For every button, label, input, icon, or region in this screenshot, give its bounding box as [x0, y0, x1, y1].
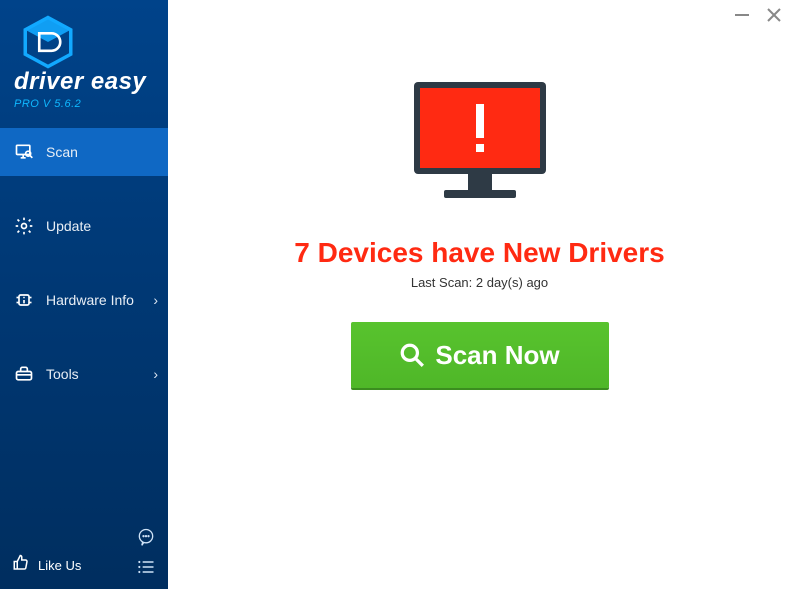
sidebar-item-label: Scan	[46, 144, 78, 160]
chevron-right-icon: ›	[153, 366, 158, 382]
brand-logo-icon	[20, 14, 76, 70]
chevron-right-icon: ›	[153, 292, 158, 308]
magnifier-icon	[399, 342, 425, 368]
sidebar-utility-icons	[136, 527, 156, 577]
last-scan-text: Last Scan: 2 day(s) ago	[411, 275, 548, 290]
list-icon[interactable]	[136, 557, 156, 577]
brand-block: driver easy PRO V 5.6.2	[0, 0, 168, 118]
sidebar-item-tools[interactable]: Tools ›	[0, 350, 168, 398]
chat-icon[interactable]	[136, 527, 156, 547]
scan-now-label: Scan Now	[435, 340, 559, 371]
brand-name: driver easy	[14, 68, 158, 96]
brand-version: PRO V 5.6.2	[14, 98, 158, 110]
scan-now-button[interactable]: Scan Now	[351, 322, 609, 388]
sidebar: driver easy PRO V 5.6.2 Scan	[0, 0, 168, 589]
toolbox-icon	[14, 364, 34, 384]
status-headline: 7 Devices have New Drivers	[294, 237, 664, 269]
monitor-search-icon	[14, 142, 34, 162]
chip-info-icon	[14, 290, 34, 310]
like-us-button[interactable]: Like Us	[12, 554, 81, 577]
gear-icon	[14, 216, 34, 236]
sidebar-item-scan[interactable]: Scan	[0, 128, 168, 176]
sidebar-item-hardware-info[interactable]: Hardware Info ›	[0, 276, 168, 324]
sidebar-item-update[interactable]: Update	[0, 202, 168, 250]
close-button[interactable]	[765, 6, 783, 24]
minimize-button[interactable]	[733, 6, 751, 24]
app-window: driver easy PRO V 5.6.2 Scan	[0, 0, 791, 589]
sidebar-nav: Scan Update	[0, 128, 168, 398]
like-us-label: Like Us	[38, 558, 81, 573]
sidebar-item-label: Hardware Info	[46, 292, 134, 308]
monitor-alert-icon	[400, 74, 560, 219]
sidebar-item-label: Tools	[46, 366, 79, 382]
main-panel: 7 Devices have New Drivers Last Scan: 2 …	[168, 0, 791, 589]
window-controls	[733, 6, 783, 24]
thumbs-up-icon	[12, 554, 30, 577]
sidebar-item-label: Update	[46, 218, 91, 234]
sidebar-bottom: Like Us	[0, 517, 168, 589]
